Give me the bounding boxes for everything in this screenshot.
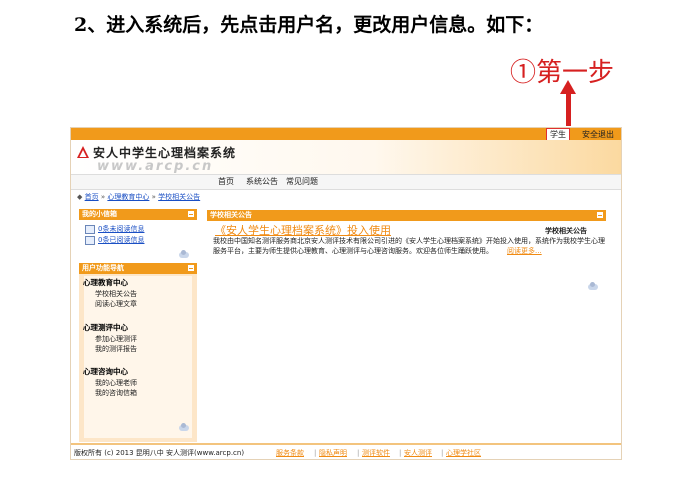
- message-icon: [85, 224, 95, 234]
- nav-home[interactable]: 首页: [218, 176, 234, 188]
- collapse-icon[interactable]: [597, 212, 603, 218]
- read-messages-label: 0条已阅读信息: [98, 236, 145, 244]
- decor-cloud-icon: [588, 282, 598, 290]
- top-bar: 学生 安全退出: [71, 128, 621, 141]
- collapse-icon[interactable]: [188, 265, 194, 271]
- group-education-center: 心理教育中心: [83, 278, 128, 287]
- breadcrumb-school-notices[interactable]: 学校相关公告: [158, 193, 200, 201]
- notice-body: 我校由中国知名测评服务商北京安人测评技术有限公司引进的《安人学生心理档案系统》开…: [213, 236, 605, 256]
- annotation-arrow-icon: [566, 92, 571, 126]
- mailbox-header: 我的小信箱: [79, 209, 197, 220]
- footer-separator: |: [441, 449, 444, 457]
- footer-separator: |: [357, 449, 360, 457]
- function-nav-title: 用户功能导航: [82, 264, 124, 272]
- logout-link[interactable]: 安全退出: [582, 129, 614, 140]
- group-assessment-center: 心理测评中心: [83, 323, 128, 332]
- function-nav-header: 用户功能导航: [79, 263, 197, 274]
- site-url-logo: www.arcp.cn: [97, 159, 214, 174]
- breadcrumb-home[interactable]: 首页: [85, 193, 99, 201]
- nav-faq[interactable]: 常见问题: [286, 176, 318, 188]
- footer-separator: |: [399, 449, 402, 457]
- read-more-link[interactable]: 阅读更多...: [507, 247, 542, 255]
- notice-panel-header: 学校相关公告: [207, 210, 606, 221]
- footer-terms-link[interactable]: 服务条款: [276, 445, 304, 459]
- collapse-icon[interactable]: [188, 211, 194, 217]
- doc-heading: 2、进入系统后，先点击用户名，更改用户信息。如下：: [74, 14, 544, 36]
- unread-messages-link[interactable]: 0条未阅读信息: [85, 224, 144, 234]
- decor-cloud-icon: [179, 423, 189, 431]
- breadcrumb: ◆ 首页 » 心理教育中心 » 学校相关公告: [77, 192, 200, 202]
- link-school-notices[interactable]: 学校相关公告: [95, 289, 137, 299]
- read-messages-link[interactable]: 0条已阅读信息: [85, 235, 144, 245]
- footer: 版权所有 (c) 2013 昆明八中 安人测评(www.arcp.cn) 服务条…: [71, 443, 621, 459]
- footer-separator: |: [314, 449, 317, 457]
- link-read-articles[interactable]: 阅读心理文章: [95, 299, 137, 309]
- footer-anren-link[interactable]: 安人测评: [404, 445, 432, 459]
- unread-messages-label: 0条未阅读信息: [98, 225, 145, 233]
- copyright-text: 版权所有 (c) 2013 昆明八中 安人测评(www.arcp.cn): [74, 449, 245, 457]
- notice-category: 学校相关公告: [545, 227, 587, 235]
- footer-software-link[interactable]: 测评软件: [362, 445, 390, 459]
- footer-privacy-link[interactable]: 隐私声明: [319, 445, 347, 459]
- breadcrumb-arrow-icon: ◆: [77, 193, 83, 201]
- notice-text: 我校由中国知名测评服务商北京安人测评技术有限公司引进的《安人学生心理档案系统》开…: [213, 237, 605, 255]
- logo-icon: [77, 146, 89, 158]
- link-my-counselor[interactable]: 我的心理老师: [95, 378, 137, 388]
- link-my-reports[interactable]: 我的测评报告: [95, 344, 137, 354]
- app-window: 学生 安全退出 安人中学生心理档案系统 www.arcp.cn 首页 系统公告 …: [70, 127, 622, 460]
- breadcrumb-sep-icon: »: [151, 193, 156, 201]
- notice-panel-title: 学校相关公告: [210, 211, 252, 219]
- header-banner: 安人中学生心理档案系统 www.arcp.cn: [71, 140, 621, 174]
- breadcrumb-sep-icon: »: [100, 193, 106, 201]
- decor-cloud-icon: [179, 250, 189, 258]
- group-counseling-center: 心理咨询中心: [83, 367, 128, 376]
- link-take-assessment[interactable]: 参加心理测评: [95, 334, 137, 344]
- footer-community-link[interactable]: 心理学社区: [446, 445, 481, 459]
- nav-announcements[interactable]: 系统公告: [246, 176, 278, 188]
- breadcrumb-education-center[interactable]: 心理教育中心: [107, 193, 149, 201]
- main-nav: 首页 系统公告 常见问题: [71, 174, 621, 190]
- link-counseling-mailbox[interactable]: 我的咨询信箱: [95, 388, 137, 398]
- message-icon: [85, 235, 95, 245]
- mailbox-title: 我的小信箱: [82, 210, 117, 218]
